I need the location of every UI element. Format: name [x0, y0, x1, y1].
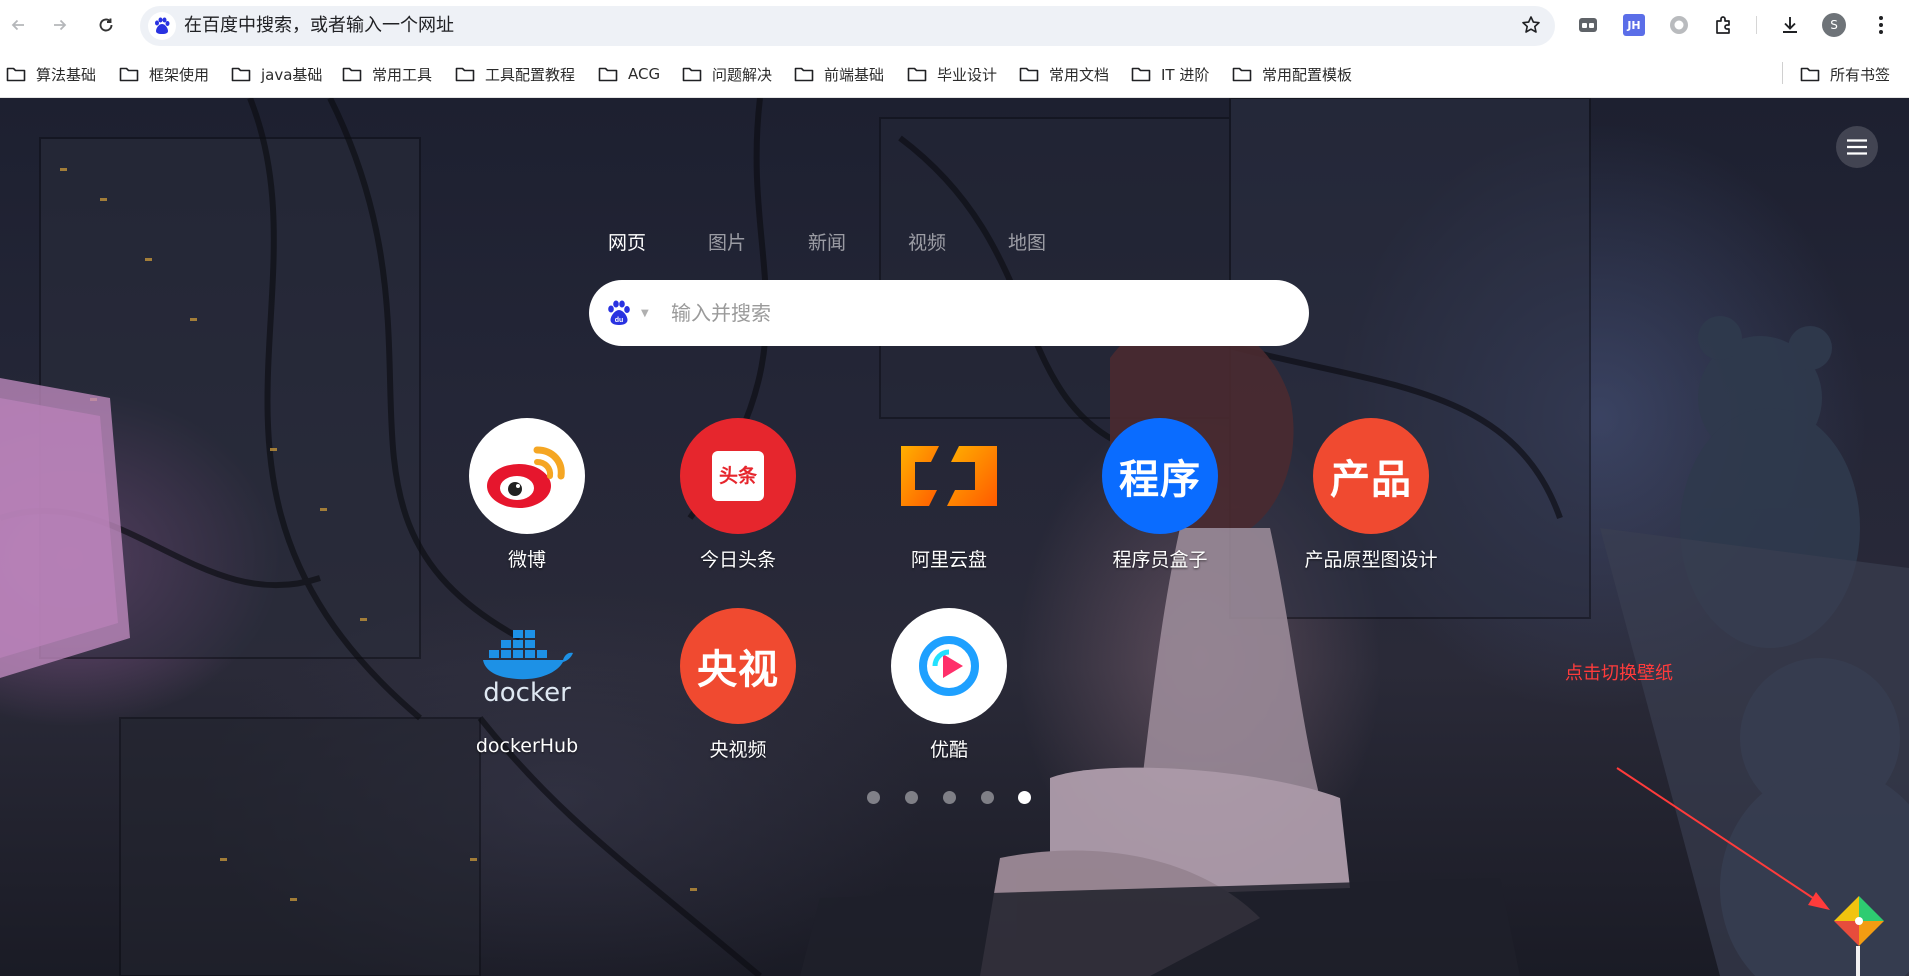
folder-icon — [907, 67, 927, 82]
profile-avatar[interactable]: S — [1822, 13, 1846, 37]
bookmark-label: 常用工具 — [372, 65, 433, 84]
bookmark-folder[interactable]: 常用文档 — [1019, 62, 1109, 86]
omnibox-text: 在百度中搜索，或者输入一个网址 — [184, 15, 454, 36]
folder-icon — [1232, 67, 1252, 82]
reload-icon — [99, 18, 113, 32]
folder-icon — [682, 67, 702, 82]
bookmark-folder[interactable]: 常用工具 — [342, 62, 432, 86]
bookmark-label: 常用配置模板 — [1262, 65, 1353, 84]
back-button[interactable] — [4, 11, 32, 39]
bookmark-label: 工具配置教程 — [485, 65, 576, 84]
bookmark-label: 框架使用 — [149, 65, 210, 84]
arrow-left-icon — [11, 19, 24, 31]
bookmark-folder[interactable]: 算法基础 — [6, 62, 96, 86]
switch-wallpaper-button[interactable] — [1832, 894, 1886, 948]
arrow-right-icon — [54, 19, 67, 31]
bookmark-folder[interactable]: 框架使用 — [119, 62, 209, 86]
folder-icon — [794, 67, 814, 82]
extensions-puzzle-icon[interactable] — [1711, 12, 1737, 38]
folder-icon — [1019, 67, 1039, 82]
bookmark-label: 问题解决 — [712, 65, 773, 84]
extension-jh-icon[interactable]: JH — [1623, 14, 1645, 36]
folder-icon — [342, 67, 362, 82]
reload-button[interactable] — [92, 11, 120, 39]
browser-toolbar: 在百度中搜索，或者输入一个网址 JH S — [0, 0, 1909, 50]
bookmark-label: ACG — [628, 65, 661, 83]
bookmark-label: 算法基础 — [36, 65, 97, 84]
bookmark-folder[interactable]: 前端基础 — [794, 62, 884, 86]
forward-button[interactable] — [46, 11, 74, 39]
bookmark-folder[interactable]: 毕业设计 — [907, 62, 997, 86]
bookmark-folder[interactable]: 常用配置模板 — [1232, 62, 1352, 86]
omnibox[interactable]: 在百度中搜索，或者输入一个网址 — [140, 6, 1555, 46]
folder-icon — [1800, 67, 1820, 82]
folder-icon — [598, 67, 618, 82]
bookmark-star-icon[interactable] — [1521, 15, 1541, 39]
folder-icon — [231, 67, 251, 82]
newtab-page: 网页 图片 新闻 视频 地图 du ▼ 微博 — [0, 98, 1909, 976]
bookmark-folder[interactable]: IT 进阶 — [1131, 62, 1209, 86]
extension-circle-icon[interactable] — [1666, 12, 1692, 38]
toolbar-divider — [1756, 16, 1757, 34]
pinwheel-stick — [1856, 946, 1860, 976]
download-icon[interactable] — [1777, 12, 1803, 38]
baidu-icon — [148, 12, 176, 40]
pinwheel-icon — [1834, 896, 1884, 946]
bookmark-folder[interactable]: java基础 — [231, 62, 322, 86]
bookmark-folder[interactable]: 问题解决 — [682, 62, 772, 86]
more-menu-icon[interactable] — [1868, 12, 1894, 38]
bookmark-label: 毕业设计 — [937, 65, 998, 84]
bookmark-label: IT 进阶 — [1161, 65, 1210, 84]
folder-icon — [455, 67, 475, 82]
all-bookmarks-label: 所有书签 — [1830, 65, 1891, 84]
folder-icon — [119, 67, 139, 82]
annotation-arrow — [1616, 767, 1830, 910]
all-bookmarks-button[interactable]: 所有书签 — [1800, 62, 1890, 86]
extension-gamepad-icon[interactable] — [1575, 12, 1601, 38]
bookmark-label: java基础 — [261, 65, 323, 84]
bookmark-folder[interactable]: ACG — [598, 62, 660, 86]
bookmarks-divider — [1782, 62, 1783, 84]
folder-icon — [1131, 67, 1151, 82]
bookmark-label: 常用文档 — [1049, 65, 1110, 84]
bookmarks-bar: 算法基础 框架使用 java基础 常用工具 工具配置教程 ACG 问题解决 前端… — [0, 50, 1909, 98]
bookmark-label: 前端基础 — [824, 65, 885, 84]
bookmark-folder[interactable]: 工具配置教程 — [455, 62, 575, 86]
folder-icon — [6, 67, 26, 82]
